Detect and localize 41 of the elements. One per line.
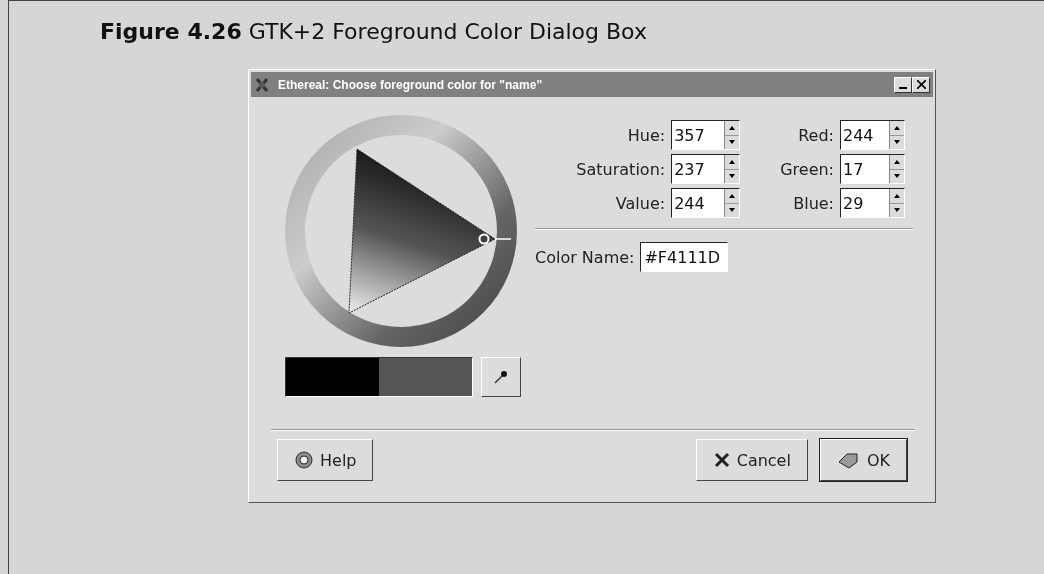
- down-arrow-icon: [894, 140, 900, 145]
- up-arrow-icon: [894, 125, 900, 130]
- field-label: Saturation:: [576, 159, 666, 179]
- close-button[interactable]: [912, 76, 930, 93]
- cross-icon: [712, 451, 731, 469]
- up-arrow-icon: [894, 193, 900, 198]
- down-arrow-icon: [894, 174, 900, 179]
- down-arrow-icon: [729, 208, 736, 213]
- field-label: Green:: [780, 159, 834, 179]
- field-label: Red:: [798, 125, 834, 145]
- field-label: Value:: [615, 193, 666, 213]
- field-label: Hue:: [627, 125, 666, 145]
- close-icon: [916, 80, 926, 89]
- down-arrow-icon: [729, 140, 736, 145]
- cancel-button[interactable]: Cancel: [695, 439, 808, 481]
- lifebuoy-icon: [294, 450, 314, 470]
- spin-button[interactable]: 17: [840, 154, 905, 184]
- eyedropper-button[interactable]: [481, 357, 521, 397]
- spin-button[interactable]: 244: [671, 188, 741, 218]
- down-arrow-icon: [894, 208, 900, 213]
- up-arrow-icon: [729, 193, 736, 198]
- down-arrow-icon: [729, 174, 736, 179]
- window-title: Ethereal: Choose foreground color for "name": [278, 77, 544, 92]
- color-name-field[interactable]: #F4111D: [640, 242, 729, 272]
- help-button[interactable]: Help: [277, 439, 374, 481]
- color-wheel[interactable]: [285, 115, 517, 347]
- up-arrow-icon: [729, 125, 736, 130]
- app-icon: [254, 76, 270, 93]
- spin-button[interactable]: 244: [840, 120, 905, 150]
- eyedropper-icon: [493, 369, 509, 385]
- spin-button[interactable]: 29: [840, 188, 905, 218]
- ok-button[interactable]: OK: [819, 439, 907, 481]
- up-arrow-icon: [894, 159, 900, 164]
- field-label: Blue:: [793, 193, 834, 213]
- spin-button[interactable]: 357: [671, 120, 741, 150]
- up-arrow-icon: [729, 159, 736, 164]
- spin-button[interactable]: 237: [671, 154, 741, 184]
- minimize-icon: [899, 86, 907, 89]
- figure-caption: Figure 4.26 GTK+2 Foreground Color Dialog Box: [99, 18, 648, 46]
- field-label: Color Name:: [535, 247, 635, 267]
- minimize-button[interactable]: [894, 76, 912, 93]
